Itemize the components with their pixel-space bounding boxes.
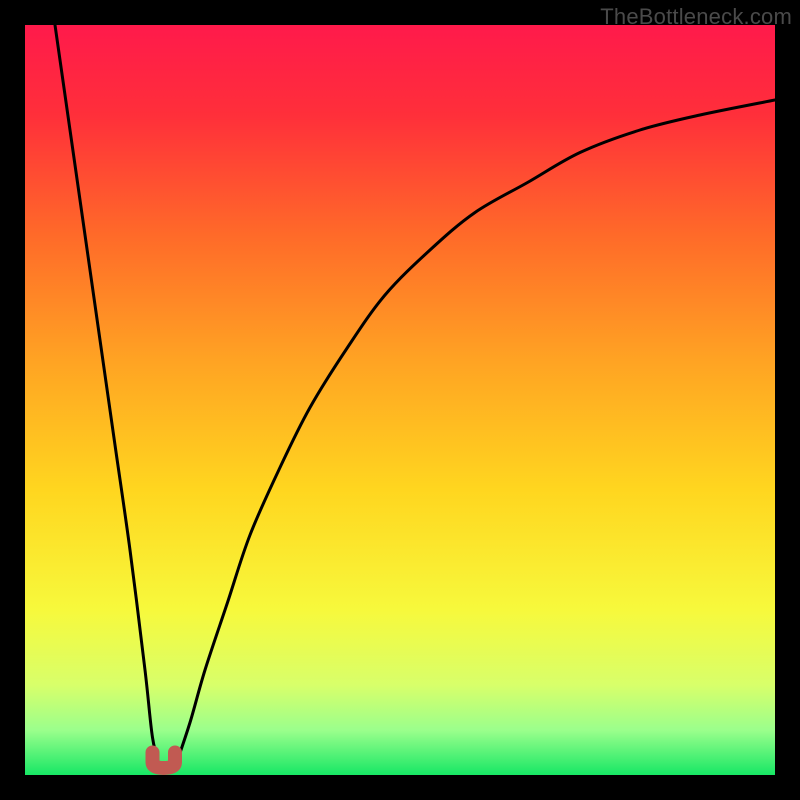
gradient-background bbox=[25, 25, 775, 775]
bottleneck-chart bbox=[25, 25, 775, 775]
chart-frame bbox=[25, 25, 775, 775]
watermark-text: TheBottleneck.com bbox=[600, 4, 792, 30]
